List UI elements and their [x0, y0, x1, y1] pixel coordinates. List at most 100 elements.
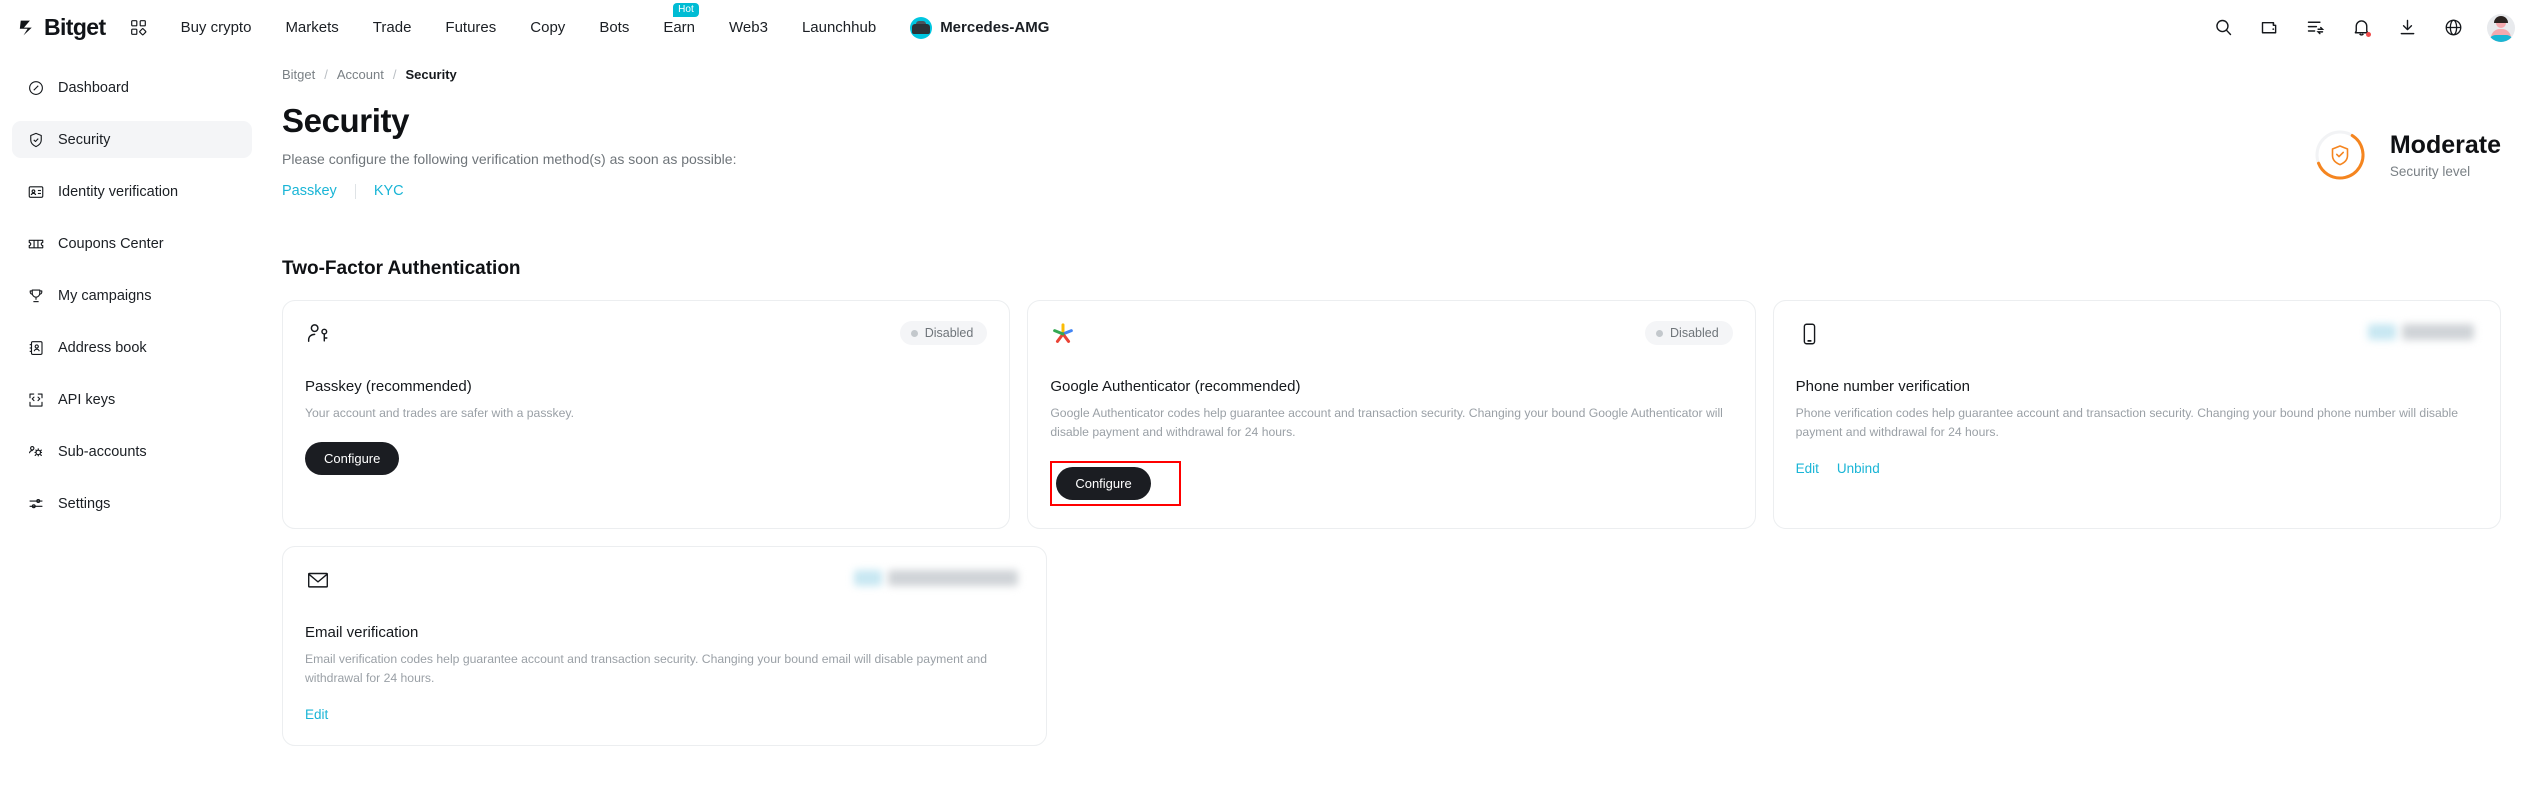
sidebar-item-dashboard[interactable]: Dashboard — [12, 69, 252, 106]
nav-label: Bots — [599, 19, 630, 36]
nav-label: Web3 — [729, 19, 768, 36]
phone-icon — [1796, 321, 1826, 351]
hot-badge: Hot — [673, 3, 699, 17]
nav-label: Copy — [530, 19, 566, 36]
nav-label: Mercedes-AMG — [940, 19, 1050, 36]
top-navigation-bar: Bitget Buy crypto Markets Trade Futures … — [0, 0, 2541, 55]
google-authenticator-icon — [1050, 321, 1080, 351]
nav-item-copy[interactable]: Copy — [513, 0, 582, 55]
grid-apps-icon[interactable] — [124, 13, 154, 43]
card-header — [1796, 321, 2478, 357]
shield-check-icon — [26, 130, 45, 149]
nav-item-trade[interactable]: Trade — [356, 0, 429, 55]
status-dot-icon — [910, 329, 918, 337]
status-badge: Disabled — [899, 321, 988, 345]
sidebar-item-api-keys[interactable]: API keys — [12, 381, 252, 418]
breadcrumb-current: Security — [405, 67, 457, 82]
wallet-icon[interactable] — [2257, 16, 2281, 40]
card-passkey: Disabled Passkey (recommended) Your acco… — [282, 300, 1011, 529]
breadcrumb-root[interactable]: Bitget — [282, 67, 315, 82]
sidebar-item-settings[interactable]: Settings — [12, 485, 252, 522]
user-avatar[interactable] — [2487, 13, 2515, 42]
security-level-widget: Moderate Security level — [2312, 127, 2501, 183]
notification-bell-icon[interactable] — [2349, 16, 2373, 40]
card-phone-number-verification: Phone number verification Phone verifica… — [1772, 300, 2501, 529]
breadcrumb-separator: / — [392, 67, 397, 82]
language-globe-icon[interactable] — [2441, 16, 2465, 40]
sidebar-item-security[interactable]: Security — [12, 121, 252, 158]
nav-item-futures[interactable]: Futures — [428, 0, 513, 55]
breadcrumb-parent[interactable]: Account — [337, 67, 384, 82]
sidebar-item-address-book[interactable]: Address book — [12, 329, 252, 366]
nav-item-launchhub[interactable]: Launchhub — [785, 0, 893, 55]
sidebar-item-label: Address book — [58, 339, 147, 356]
sidebar-item-label: Settings — [58, 495, 111, 512]
download-icon[interactable] — [2395, 16, 2419, 40]
code-brackets-icon — [26, 390, 45, 409]
top-nav-items: Buy crypto Markets Trade Futures Copy Bo… — [164, 0, 1067, 55]
security-level-value: Moderate — [2389, 131, 2501, 160]
edit-link[interactable]: Edit — [1796, 461, 1819, 476]
nav-item-web3[interactable]: Web3 — [712, 0, 785, 55]
card-actions: Edit Unbind — [1796, 461, 2478, 476]
card-actions: Configure — [1050, 460, 1732, 506]
card-description: Google Authenticator codes help guarante… — [1050, 406, 1723, 439]
card-title: Phone number verification — [1795, 378, 1970, 395]
nav-item-mercedes-amg[interactable]: Mercedes-AMG — [893, 16, 1066, 39]
bitget-logo-text: Bitget — [44, 14, 106, 40]
quick-link-kyc[interactable]: KYC — [356, 183, 404, 199]
grid-spacer — [1064, 546, 2501, 746]
sidebar-item-label: Security — [58, 131, 111, 148]
card-header: Disabled — [305, 321, 988, 357]
sidebar-item-my-campaigns[interactable]: My campaigns — [12, 277, 252, 314]
address-book-icon — [26, 338, 45, 357]
sidebar-item-label: Sub-accounts — [58, 443, 147, 460]
nav-item-earn[interactable]: Hot Earn — [646, 0, 712, 55]
nav-item-buy-crypto[interactable]: Buy crypto — [164, 0, 269, 55]
quick-link-passkey[interactable]: Passkey — [282, 183, 355, 199]
two-factor-card-grid: Disabled Passkey (recommended) Your acco… — [282, 300, 2501, 529]
nav-label: Futures — [445, 19, 497, 36]
sidebar-item-identity-verification[interactable]: Identity verification — [12, 173, 252, 210]
sliders-icon — [26, 494, 45, 513]
avatar-hair — [2494, 15, 2508, 23]
security-level-caption: Security level — [2389, 163, 2471, 179]
page-subtitle: Please configure the following verificat… — [282, 151, 737, 167]
configure-button[interactable]: Configure — [305, 441, 400, 475]
passkey-person-icon — [305, 321, 335, 351]
card-title: Google Authenticator (recommended) — [1050, 378, 1301, 395]
nav-label: Launchhub — [801, 19, 877, 36]
security-level-text: Moderate Security level — [2390, 131, 2501, 179]
redaction-blur-left — [853, 569, 882, 586]
search-icon[interactable] — [2211, 16, 2235, 40]
card-description: Your account and trades are safer with a… — [305, 406, 574, 420]
notification-dot — [2366, 31, 2371, 37]
status-badge-redacted — [853, 567, 1024, 589]
users-gear-icon — [26, 442, 45, 461]
ticket-icon — [26, 234, 45, 253]
highlight-annotation-box: Configure — [1050, 460, 1181, 506]
card-title: Email verification — [305, 623, 419, 641]
security-level-ring — [2312, 127, 2368, 183]
configure-button[interactable]: Configure — [1056, 466, 1151, 500]
bitget-logo[interactable]: Bitget — [18, 14, 106, 41]
status-badge-redacted — [2367, 321, 2478, 343]
status-badge-label: Disabled — [1670, 326, 1719, 340]
sidebar-item-sub-accounts[interactable]: Sub-accounts — [12, 433, 252, 470]
nav-label: Trade — [372, 19, 412, 36]
card-header — [305, 567, 1024, 603]
top-nav-right-actions — [2211, 13, 2515, 42]
nav-label: Markets — [285, 19, 339, 36]
sidebar-item-coupons-center[interactable]: Coupons Center — [12, 225, 252, 262]
nav-item-markets[interactable]: Markets — [268, 0, 355, 55]
unbind-link[interactable]: Unbind — [1837, 461, 1880, 476]
shield-check-icon — [2331, 145, 2349, 166]
card-email-verification: Email verification Email verification co… — [282, 545, 1047, 746]
status-dot-icon — [1656, 329, 1664, 337]
edit-link[interactable]: Edit — [305, 707, 328, 722]
sidebar-item-label: My campaigns — [58, 287, 152, 304]
bitget-logo-icon — [18, 17, 40, 39]
nav-item-bots[interactable]: Bots — [582, 0, 646, 55]
orders-icon[interactable] — [2303, 16, 2327, 40]
page-title: Security — [282, 102, 410, 139]
